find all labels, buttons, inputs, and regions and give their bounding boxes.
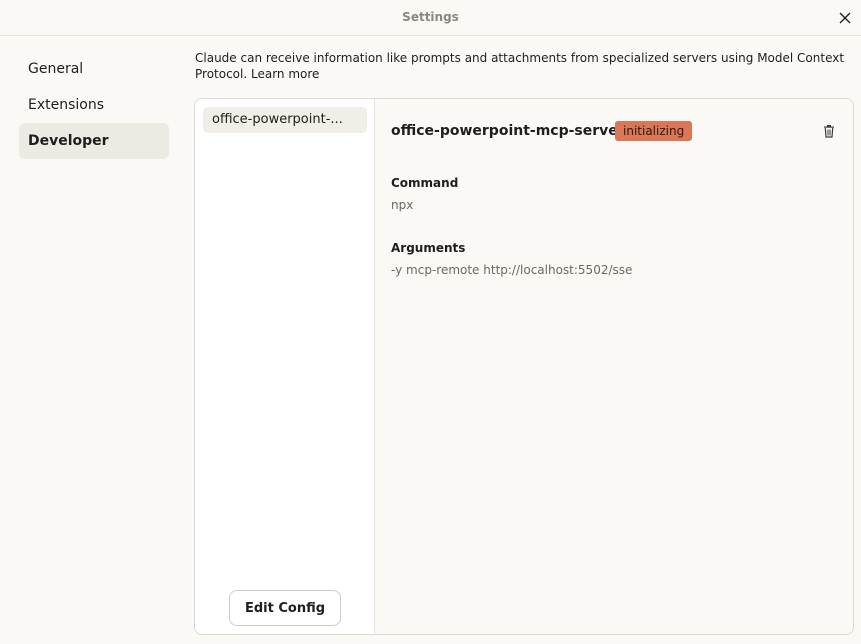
settings-sidebar: General Extensions Developer <box>19 51 169 159</box>
sidebar-item-extensions[interactable]: Extensions <box>19 87 169 123</box>
server-name: office-powerpoint-mcp-server <box>391 123 625 139</box>
mcp-description: Claude can receive information like prom… <box>195 50 845 82</box>
arguments-label: Arguments <box>391 241 466 255</box>
command-label: Command <box>391 176 459 190</box>
sidebar-item-general[interactable]: General <box>19 51 169 87</box>
settings-window: Settings General Extensions Developer Cl… <box>0 0 861 644</box>
server-list-item[interactable]: office-powerpoint-... <box>203 107 367 133</box>
arguments-value: -y mcp-remote http://localhost:5502/sse <box>391 263 633 277</box>
close-icon <box>839 12 851 24</box>
learn-more-link[interactable]: Learn more <box>251 67 319 81</box>
title-bar: Settings <box>0 0 861 36</box>
trash-icon <box>824 125 834 138</box>
server-list: office-powerpoint-... Edit Config <box>195 99 375 634</box>
close-button[interactable] <box>833 6 857 30</box>
command-value: npx <box>391 198 414 212</box>
window-title: Settings <box>402 10 459 24</box>
edit-config-button[interactable]: Edit Config <box>229 590 341 626</box>
server-detail: office-powerpoint-mcp-server initializin… <box>375 99 853 634</box>
sidebar-item-developer[interactable]: Developer <box>19 123 169 159</box>
delete-server-button[interactable] <box>821 123 837 139</box>
status-badge: initializing <box>615 121 693 141</box>
mcp-servers-panel: office-powerpoint-... Edit Config office… <box>194 98 854 635</box>
